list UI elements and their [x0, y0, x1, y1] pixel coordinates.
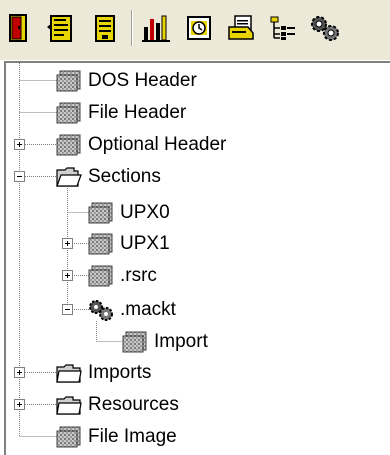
tree-list-icon — [270, 16, 295, 40]
toolbar-separator — [131, 10, 133, 46]
expand-resources-button[interactable] — [14, 399, 25, 410]
tree-view-button[interactable] — [266, 11, 300, 45]
grid-page-icon — [88, 265, 114, 287]
chart-button[interactable] — [140, 11, 174, 45]
save-button[interactable] — [88, 11, 122, 45]
collapse-sections-button[interactable] — [14, 171, 25, 182]
exit-button[interactable] — [2, 11, 36, 45]
open-file-icon — [47, 15, 72, 42]
save-file-icon — [95, 15, 115, 42]
section-tree[interactable]: DOS Header File Header Optional Header S… — [4, 61, 390, 455]
grid-page-icon — [56, 102, 82, 124]
tree-node-sections[interactable]: Sections — [56, 163, 161, 191]
gears-icon — [311, 16, 339, 41]
settings-button[interactable] — [308, 11, 342, 45]
toolbar — [0, 0, 390, 60]
grid-page-icon — [56, 70, 82, 92]
tree-node-label: Sections — [88, 166, 161, 187]
folder-icon — [56, 394, 82, 416]
tree-node-label: Import — [154, 331, 208, 352]
expand-rsrc-button[interactable] — [62, 270, 73, 281]
time-info-button[interactable] — [182, 11, 216, 45]
grid-page-icon — [56, 426, 82, 448]
grid-page-icon — [56, 134, 82, 156]
gears-icon — [88, 299, 114, 321]
folder-icon — [56, 362, 82, 384]
expand-imports-button[interactable] — [14, 367, 25, 378]
tree-node-mackt[interactable]: .mackt — [88, 296, 176, 324]
folder-open-icon — [56, 166, 82, 188]
clock-document-icon — [187, 16, 211, 40]
tree-node-file-header[interactable]: File Header — [56, 99, 186, 127]
tree-node-dos-header[interactable]: DOS Header — [56, 67, 197, 95]
tree-node-resources[interactable]: Resources — [56, 391, 179, 419]
exit-door-icon — [9, 14, 27, 42]
tree-node-label: .rsrc — [120, 265, 157, 286]
tree-node-label: .mackt — [120, 299, 176, 320]
grid-page-icon — [88, 202, 114, 224]
tree-node-label: File Image — [88, 426, 177, 447]
expand-optional-header-button[interactable] — [14, 139, 25, 150]
tree-node-rsrc[interactable]: .rsrc — [88, 262, 157, 290]
tree-node-optional-header[interactable]: Optional Header — [56, 131, 226, 159]
expand-upx1-button[interactable] — [62, 238, 73, 249]
grid-page-icon — [122, 331, 148, 353]
tree-node-label: Optional Header — [88, 134, 227, 155]
collapse-mackt-button[interactable] — [62, 304, 73, 315]
tree-node-label: Imports — [88, 362, 152, 383]
grid-page-icon — [88, 233, 114, 255]
tree-node-import[interactable]: Import — [122, 328, 208, 356]
tree-node-label: UPX0 — [120, 202, 170, 223]
tree-node-label: DOS Header — [88, 70, 197, 91]
printer-document-icon — [228, 15, 254, 40]
tree-node-upx0[interactable]: UPX0 — [88, 199, 170, 227]
tree-node-imports[interactable]: Imports — [56, 359, 151, 387]
tree-node-upx1[interactable]: UPX1 — [88, 230, 170, 258]
print-button[interactable] — [224, 11, 258, 45]
open-button[interactable] — [44, 11, 78, 45]
tree-node-label: UPX1 — [120, 233, 170, 254]
tree-node-file-image[interactable]: File Image — [56, 423, 177, 451]
bar-chart-icon — [142, 15, 170, 42]
tree-node-label: Resources — [88, 394, 179, 415]
tree-node-label: File Header — [88, 102, 187, 123]
